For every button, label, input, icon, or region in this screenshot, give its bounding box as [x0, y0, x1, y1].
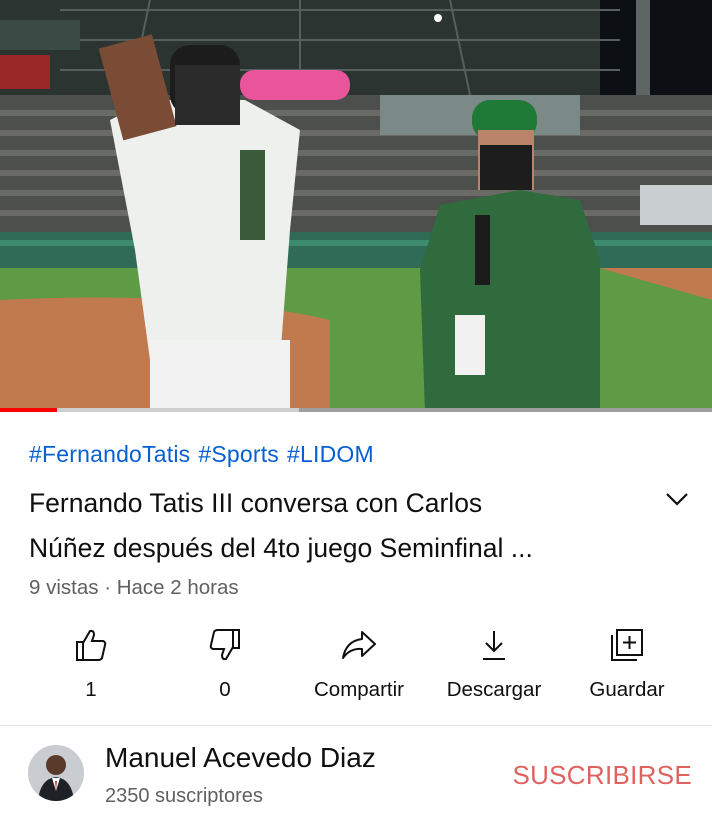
video-title-line: Fernando Tatis III conversa con Carlos — [29, 488, 483, 518]
share-button[interactable]: Compartir — [294, 624, 424, 702]
hashtag-link[interactable]: #Sports — [198, 441, 279, 467]
dislike-button[interactable]: 0 — [160, 624, 290, 702]
download-button[interactable]: Descargar — [429, 624, 559, 702]
video-title-line: Núñez después del 4to juego Seminfinal .… — [29, 533, 533, 563]
playlist-add-icon — [611, 629, 643, 661]
dislike-count: 0 — [219, 678, 231, 701]
thumbs-up-icon — [76, 629, 107, 661]
like-button[interactable]: 1 — [26, 624, 156, 702]
channel-name[interactable]: Manuel Acevedo Diaz — [105, 742, 376, 774]
thumbs-down-icon — [209, 629, 240, 661]
share-label: Compartir — [314, 678, 404, 701]
hashtag-link[interactable]: #FernandoTatis — [29, 441, 190, 467]
subscribe-button[interactable]: SUSCRIBIRSE — [512, 760, 692, 791]
download-icon — [483, 631, 505, 660]
video-progress-bar[interactable] — [0, 408, 712, 412]
download-label: Descargar — [446, 678, 542, 701]
hashtag-link[interactable]: #LIDOM — [287, 441, 374, 467]
hashtag-list: #FernandoTatis #Sports #LIDOM — [29, 441, 382, 468]
share-icon — [342, 631, 376, 659]
video-player[interactable] — [0, 0, 712, 412]
video-frame — [0, 0, 712, 412]
action-bar: 1 0 Compartir Descargar Guardar — [0, 624, 712, 714]
avatar-image — [28, 745, 84, 801]
section-divider — [0, 725, 712, 726]
channel-avatar[interactable] — [28, 745, 84, 801]
video-metadata: 9 vistas · Hace 2 horas — [29, 576, 239, 599]
chevron-down-icon — [666, 493, 688, 506]
save-button[interactable]: Guardar — [562, 624, 692, 702]
like-count: 1 — [85, 678, 97, 701]
played-fill — [0, 408, 57, 412]
subscriber-count: 2350 suscriptores — [105, 785, 263, 807]
save-label: Guardar — [589, 678, 665, 701]
video-title[interactable]: Fernando Tatis III conversa con Carlos N… — [29, 481, 649, 571]
expand-description-button[interactable] — [662, 486, 692, 512]
